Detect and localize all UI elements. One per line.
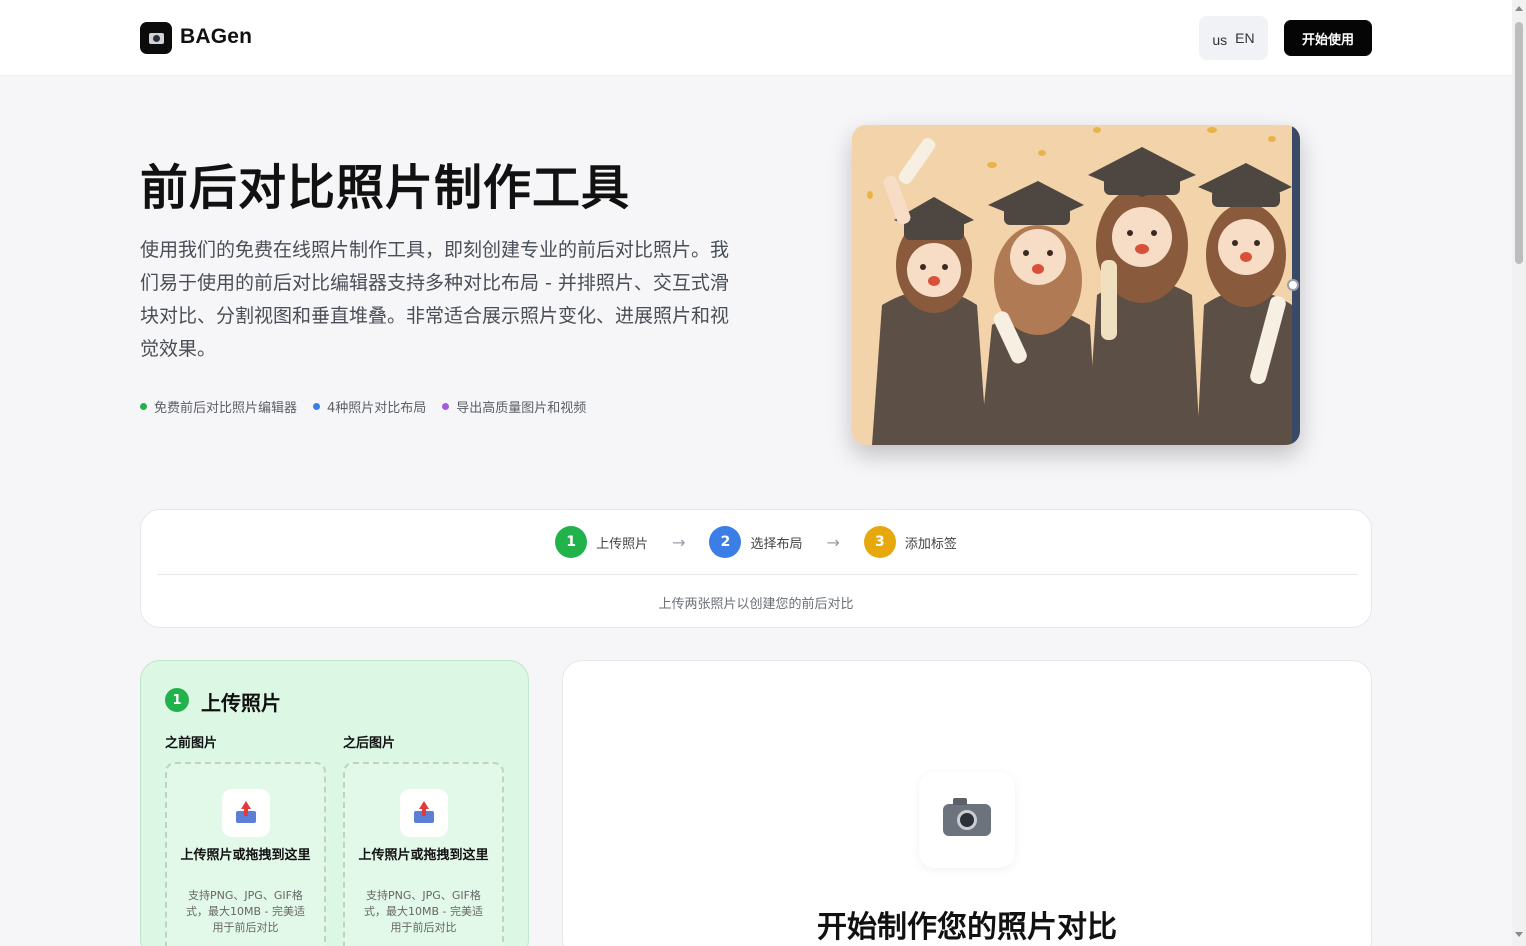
after-image-dropzone[interactable]: 上传照片或拖拽到这里 支持PNG、JPG、GIF格式，最大10MB - 完美适用…: [343, 762, 504, 946]
step-number: 3: [863, 526, 896, 558]
step-number: 2: [709, 526, 742, 558]
scroll-down-icon[interactable]: [1515, 932, 1523, 937]
us-flag-icon: us: [1212, 31, 1228, 48]
logo-camera-icon[interactable]: [140, 22, 172, 54]
before-image-dropzone[interactable]: 上传照片或拖拽到这里 支持PNG、JPG、GIF格式，最大10MB - 完美适用…: [165, 762, 326, 946]
comparison-slider-handle[interactable]: [1287, 279, 1299, 291]
page-title: 前后对比照片制作工具: [140, 160, 631, 216]
feature-label: 免费前后对比照片编辑器: [154, 401, 298, 416]
scroll-thumb[interactable]: [1515, 22, 1523, 264]
panel-step-number: 1: [165, 688, 189, 712]
scrollbar[interactable]: [1512, 0, 1526, 946]
preview-panel: 开始制作您的照片对比: [562, 660, 1372, 946]
divider: [157, 574, 1357, 575]
steps-progress: 1 上传照片 → 2 选择布局 → 3 添加标签: [141, 526, 1371, 558]
arrow-right-icon: →: [826, 532, 840, 552]
dropzone-title: 上传照片或拖拽到这里: [180, 848, 311, 863]
feature-list: 免费前后对比照片编辑器 4种照片对比布局 导出高质量图片和视频: [140, 397, 586, 416]
feature-item: 导出高质量图片和视频: [442, 397, 586, 416]
brand-name[interactable]: BAGen: [180, 25, 252, 49]
feature-label: 导出高质量图片和视频: [456, 401, 587, 416]
feature-label: 4种照片对比布局: [327, 401, 427, 416]
arrow-right-icon: →: [672, 532, 686, 552]
language-label: EN: [1235, 30, 1255, 46]
upload-icon: [222, 789, 270, 837]
upload-panel: 1 上传照片 之前图片 之后图片 上传照片或拖拽到这里 支持PNG、JPG、GI…: [140, 660, 529, 946]
camera-icon: [919, 772, 1015, 868]
step-label: 选择布局: [750, 536, 803, 552]
step-label: 添加标签: [904, 536, 957, 552]
language-switcher[interactable]: us EN: [1199, 16, 1268, 60]
step-label: 上传照片: [596, 536, 649, 552]
dropzone-hint: 支持PNG、JPG、GIF格式，最大10MB - 完美适用于前后对比: [364, 889, 483, 934]
hero-description: 使用我们的免费在线照片制作工具，即刻创建专业的前后对比照片。我们易于使用的前后对…: [140, 239, 730, 360]
steps-hint: 上传两张照片以创建您的前后对比: [658, 597, 854, 612]
top-nav: BAGen us EN 开始使用: [0, 0, 1512, 76]
step-number: 1: [555, 526, 588, 558]
dropzone-hint: 支持PNG、JPG、GIF格式，最大10MB - 完美适用于前后对比: [186, 889, 305, 934]
step-upload: 1 上传照片: [555, 526, 648, 558]
upload-icon: [400, 789, 448, 837]
steps-card: 1 上传照片 → 2 选择布局 → 3 添加标签 上传两张照片以创建您的前后对比: [140, 509, 1372, 628]
hero-comparison-image[interactable]: [852, 125, 1300, 445]
preview-title: 开始制作您的照片对比: [817, 910, 1117, 945]
panel-title: 上传照片: [201, 691, 281, 715]
scroll-up-icon[interactable]: [1515, 6, 1523, 11]
feature-item: 免费前后对比照片编辑器: [140, 397, 297, 416]
graduates-illustration: [852, 125, 1300, 445]
step-layout: 2 选择布局: [709, 526, 803, 558]
get-started-button[interactable]: 开始使用: [1284, 20, 1372, 56]
step-labels: 3 添加标签: [863, 526, 957, 558]
blue-dot-icon: [313, 403, 321, 410]
purple-dot-icon: [442, 403, 450, 410]
green-dot-icon: [140, 403, 147, 410]
before-image-label: 之前图片: [165, 736, 218, 751]
dropzone-title: 上传照片或拖拽到这里: [358, 848, 489, 863]
after-image-label: 之后图片: [343, 736, 396, 751]
feature-item: 4种照片对比布局: [313, 397, 426, 416]
